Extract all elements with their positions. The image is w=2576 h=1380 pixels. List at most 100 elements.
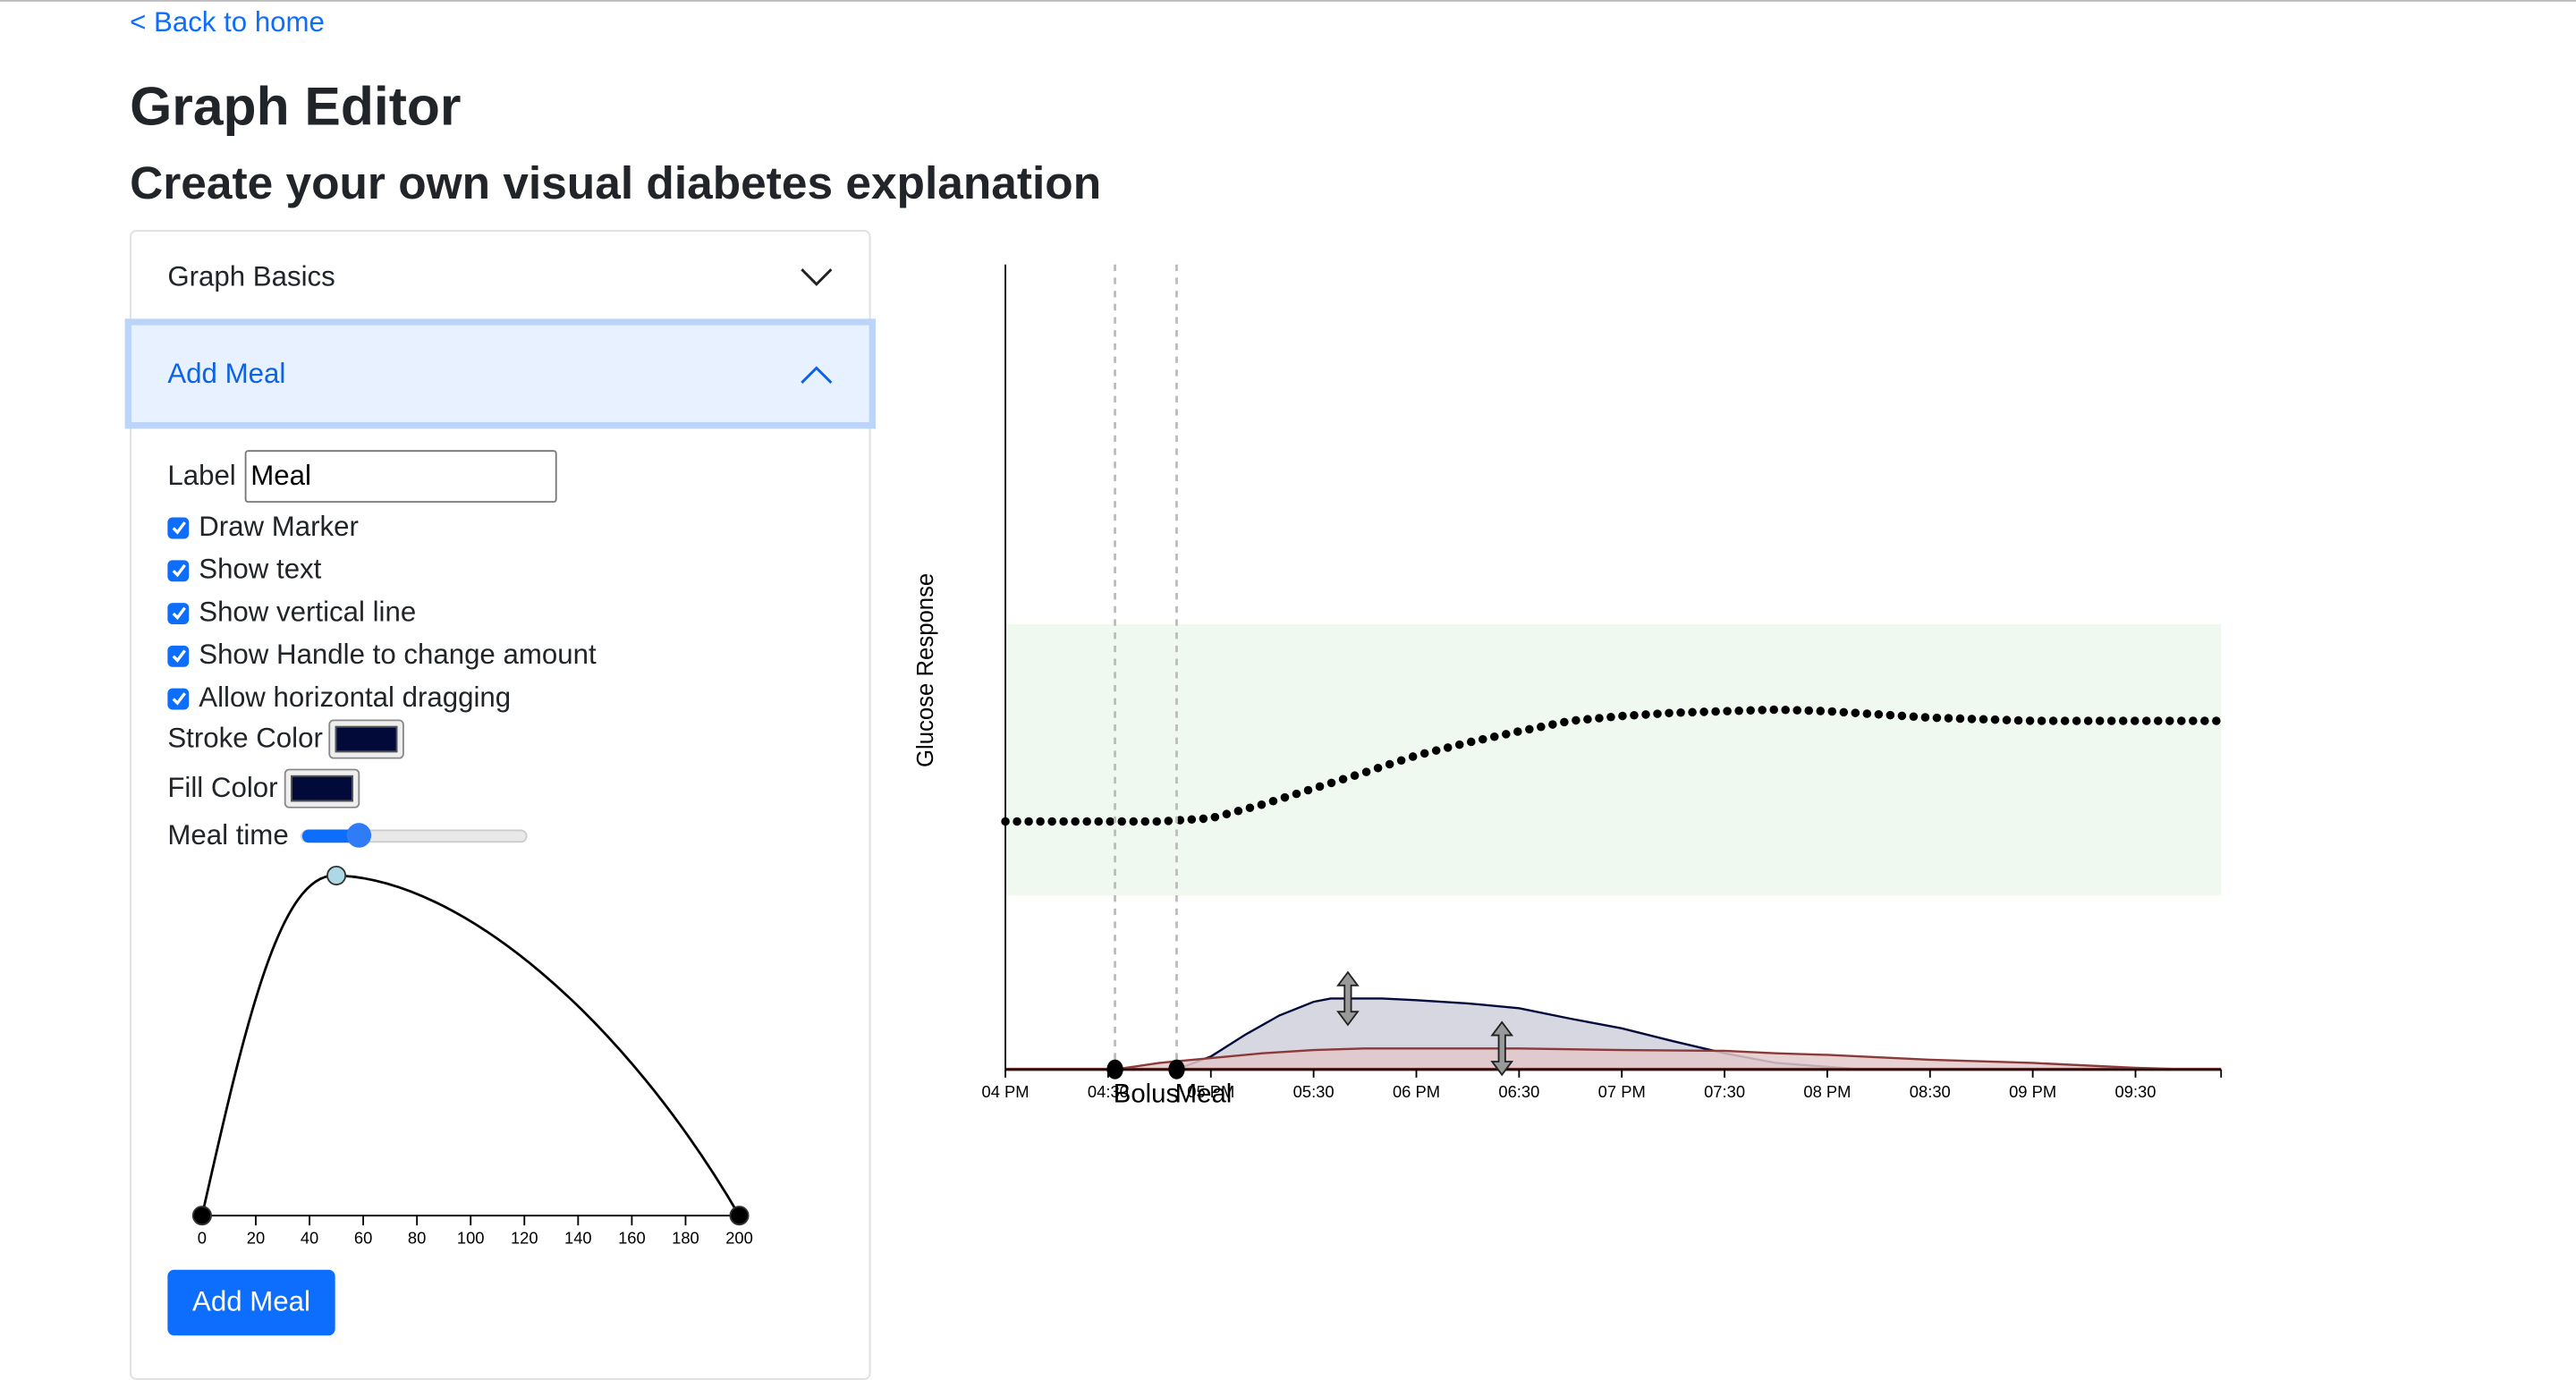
- slider-thumb[interactable]: [345, 823, 371, 848]
- checkbox-row[interactable]: Allow horizontal dragging: [167, 682, 511, 715]
- glucose-dot: [1827, 707, 1837, 716]
- label-input[interactable]: [243, 450, 556, 504]
- x-tick-label: 08 PM: [1803, 1082, 1851, 1101]
- glucose-dot: [2153, 716, 2163, 725]
- glucose-dot: [1699, 707, 1708, 716]
- glucose-dot: [1292, 789, 1301, 799]
- glucose-dot: [2037, 716, 2046, 725]
- glucose-dot: [1233, 806, 1243, 816]
- x-tick-label: 08:30: [1910, 1082, 1951, 1101]
- glucose-dot: [1257, 800, 1267, 809]
- marker-dot[interactable]: [1106, 1059, 1123, 1079]
- x-tick-label: 09 PM: [2009, 1082, 2056, 1101]
- add-meal-button[interactable]: Add Meal: [167, 1269, 335, 1336]
- glucose-dot: [1210, 812, 1220, 822]
- glucose-dot: [1129, 817, 1139, 826]
- page-subtitle: Create your own visual diabetes explanat…: [130, 157, 1102, 209]
- meal-time-slider[interactable]: [300, 823, 528, 848]
- glucose-dot: [1804, 706, 1814, 715]
- y-axis-label: Glucose Response: [913, 573, 938, 767]
- glucose-dot: [1979, 715, 1988, 724]
- glucose-dot: [1490, 732, 1499, 741]
- meal-shape-editor[interactable]: 0 20 40 60 80 100 120 140 160 180 200: [166, 856, 824, 1258]
- glucose-dot: [1268, 796, 1278, 806]
- glucose-dot: [2177, 716, 2186, 725]
- meal-time-row: Meal time: [167, 819, 528, 853]
- checkbox-label: Allow horizontal dragging: [199, 682, 512, 714]
- glucose-dot: [1338, 775, 1348, 784]
- meal-shape-curve: [200, 874, 741, 1216]
- meal-time-label: Meal time: [167, 819, 289, 851]
- accordion-label: Add Meal: [167, 357, 286, 389]
- label-row: Label: [167, 450, 556, 504]
- glucose-dot: [1583, 715, 1592, 724]
- glucose-dot: [1572, 715, 1580, 725]
- peak-handle[interactable]: [326, 865, 347, 885]
- endpoint-handle[interactable]: [191, 1206, 212, 1226]
- glucose-dot: [2118, 716, 2128, 725]
- glucose-dot: [1059, 817, 1068, 826]
- glucose-dot: [1094, 817, 1103, 826]
- glucose-dot: [1816, 707, 1826, 715]
- checkmark-icon: [171, 521, 186, 535]
- checkbox-label: Show vertical line: [199, 596, 417, 628]
- glucose-dot: [1187, 815, 1197, 825]
- checkbox-row[interactable]: Show text: [167, 554, 321, 587]
- glucose-dot: [1385, 759, 1394, 769]
- glucose-dot: [2130, 716, 2140, 725]
- glucose-dot: [1350, 771, 1360, 780]
- accordion-header-add-meal[interactable]: Add Meal: [131, 325, 869, 423]
- glucose-dot: [1862, 709, 1872, 718]
- x-tick-label: 0: [198, 1228, 207, 1247]
- accordion-header-graph-basics[interactable]: Graph Basics: [131, 232, 869, 326]
- fill-color-picker[interactable]: [284, 768, 360, 809]
- glucose-dot: [1606, 712, 1615, 722]
- glucose-dot: [1781, 705, 1790, 715]
- x-tick-label: 20: [247, 1228, 265, 1247]
- endpoint-handle[interactable]: [729, 1206, 750, 1226]
- glucose-dot: [1792, 706, 1802, 715]
- glucose-dot: [1199, 814, 1208, 824]
- glucose-dot: [1746, 706, 1755, 715]
- glucose-dot: [1537, 722, 1546, 732]
- checkbox-checked[interactable]: [167, 644, 190, 666]
- checkmark-icon: [171, 563, 186, 578]
- stroke-color-picker[interactable]: [329, 719, 405, 759]
- checkbox-checked[interactable]: [167, 516, 190, 538]
- glucose-dot: [1082, 817, 1091, 826]
- checkmark-icon: [171, 649, 186, 663]
- x-tick-label: 80: [408, 1228, 426, 1247]
- glucose-dot: [1361, 767, 1371, 776]
- glucose-dot: [1560, 717, 1569, 727]
- x-tick-label: 100: [457, 1228, 485, 1247]
- chevron-down-icon: [801, 268, 833, 286]
- checkbox-checked[interactable]: [167, 559, 190, 581]
- glucose-dot: [2141, 716, 2151, 725]
- x-tick-label: 06 PM: [1393, 1082, 1440, 1101]
- glucose-dot: [1164, 817, 1174, 825]
- glucose-dot: [1630, 710, 1639, 720]
- glucose-dot: [1140, 817, 1150, 826]
- checkbox-checked[interactable]: [167, 687, 190, 709]
- checkbox-checked[interactable]: [167, 602, 190, 624]
- glucose-dot: [1502, 730, 1511, 739]
- bolus-area[interactable]: [1114, 1047, 2187, 1071]
- back-to-home-link[interactable]: < Back to home: [130, 6, 325, 39]
- checkbox-row[interactable]: Show vertical line: [167, 597, 416, 630]
- glucose-dot: [1653, 709, 1662, 718]
- marker-dot[interactable]: [1168, 1059, 1185, 1079]
- glucose-dot: [1373, 764, 1383, 773]
- glucose-dot: [2060, 716, 2070, 725]
- checkbox-row[interactable]: Draw Marker: [167, 511, 359, 544]
- checkbox-label: Show text: [199, 553, 322, 585]
- checkbox-row[interactable]: Show Handle to change amount: [167, 639, 597, 672]
- x-tick-label: 200: [725, 1228, 753, 1247]
- x-tick-label: 40: [301, 1228, 318, 1247]
- top-border: [0, 0, 2576, 2]
- glucose-chart[interactable]: 04 PM 04:30 05 PM 05:30 06 PM 06:30 07 PM 07:30…: [887, 247, 2250, 1134]
- marker-label: Bolus: [1114, 1079, 1179, 1108]
- glucose-dot: [1595, 714, 1604, 723]
- glucose-dot: [1851, 708, 1860, 717]
- glucose-dot: [1885, 710, 1895, 720]
- glucose-dot: [1396, 756, 1406, 766]
